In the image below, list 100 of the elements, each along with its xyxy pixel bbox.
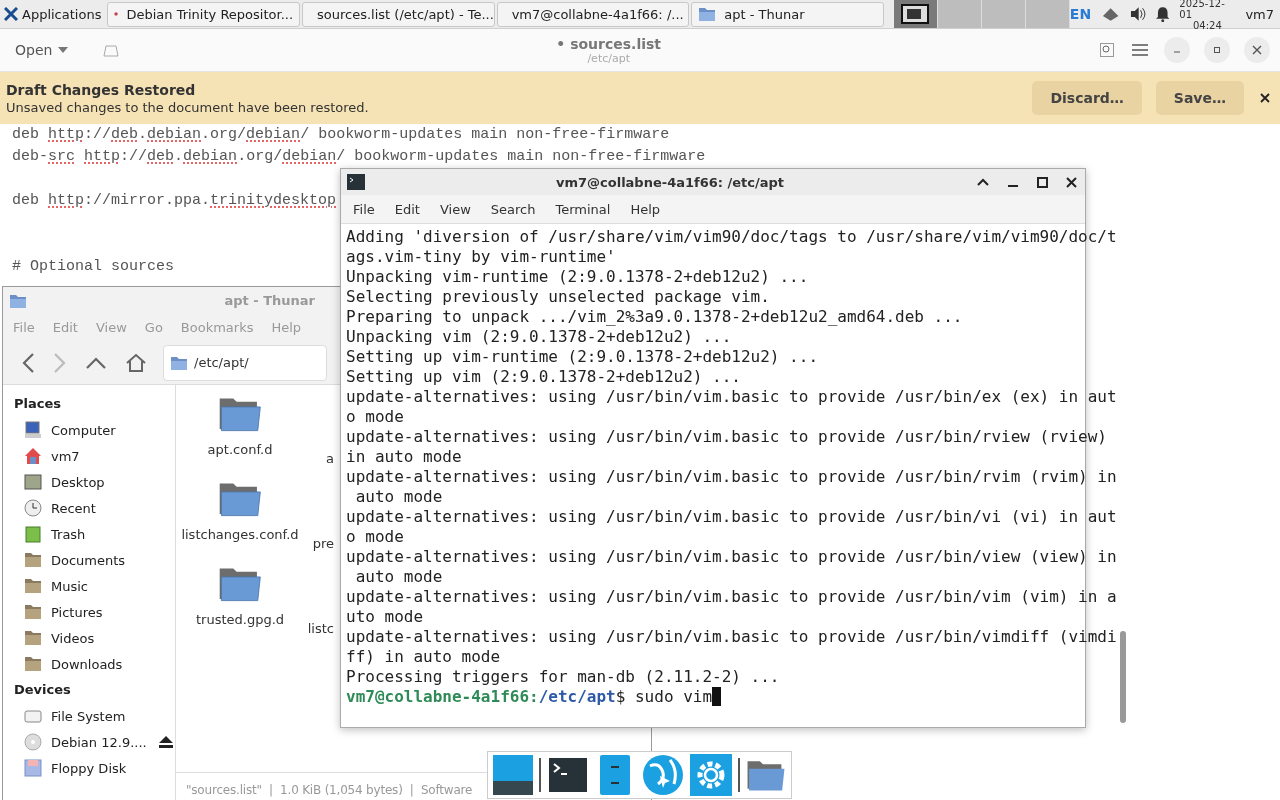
terminal-line: Selecting previously unselected package vim. — [346, 287, 771, 307]
open-button[interactable]: Open — [6, 38, 78, 62]
volume-icon[interactable] — [1130, 6, 1146, 22]
clock-icon — [23, 498, 43, 518]
folder-icon — [218, 395, 262, 433]
user-name[interactable]: vm7 — [1245, 6, 1275, 22]
menu-item[interactable]: File — [353, 201, 375, 217]
terminal-line: Unpacking vim-runtime (2:9.0.1378-2+deb12u2) ... — [346, 267, 810, 287]
roll-up-button[interactable] — [975, 176, 991, 188]
info-button[interactable]: Discard… — [1032, 81, 1142, 115]
code-line: deb http://deb.debian.org/debian/ bookworm-updates main non-free-firmware — [12, 125, 670, 145]
sidebar-item[interactable]: Documents — [14, 547, 175, 573]
terminal-line: ff) in auto mode — [346, 647, 502, 667]
house-icon — [23, 446, 43, 466]
sidebar-item[interactable]: Videos — [14, 625, 175, 651]
terminal-line: o mode — [346, 407, 405, 427]
code-line: deb http://mirror.ppa.trinitydesktop — [12, 191, 337, 211]
sidebar-item[interactable]: Downloads — [14, 651, 175, 677]
show-desktop-button[interactable] — [492, 753, 534, 797]
menu-button[interactable] — [1130, 41, 1150, 59]
folder-icon — [218, 480, 262, 518]
window-title: • sources.list — [556, 35, 662, 52]
sidebar-item[interactable]: vm7 — [14, 443, 175, 469]
folder-item[interactable]: listchanges.conf.d — [176, 480, 304, 543]
sidebar-item[interactable]: Recent — [14, 495, 175, 521]
folder-icon — [9, 292, 27, 309]
section-heading: Devices — [14, 681, 72, 699]
menu-item[interactable]: Terminal — [555, 201, 611, 217]
x-logo-icon — [4, 7, 18, 21]
folder-item[interactable]: trusted.gpg.d — [176, 565, 304, 628]
location-field[interactable]: /etc/apt/ — [163, 344, 327, 381]
sidebar-item[interactable]: Floppy Disk — [14, 755, 175, 781]
sidebar-item[interactable]: Computer — [14, 417, 175, 443]
search-button[interactable] — [1098, 41, 1116, 59]
terminal-line: auto mode — [354, 567, 444, 587]
code-line: # Optional sources — [12, 257, 175, 277]
folder-icon — [23, 628, 43, 648]
status-text: "sources.list" | 1.0 KiB (1,054 bytes) | Software — [186, 783, 473, 797]
sidebar-item[interactable]: Pictures — [14, 599, 175, 625]
terminal-line: Unpacking vim (2:9.0.1378-2+deb12u2) ... — [346, 327, 733, 347]
info-button[interactable]: Save… — [1155, 81, 1244, 115]
trash-icon — [23, 524, 43, 544]
folder-icon — [218, 565, 262, 603]
terminal-line: in auto mode — [346, 447, 463, 467]
window-subtitle: /etc/apt — [587, 51, 630, 65]
menu-item[interactable]: View — [439, 201, 471, 217]
text-cursor — [712, 687, 722, 706]
terminal-line: ags.vim-tiny by vim-runtime' — [346, 247, 617, 267]
eject-icon[interactable] — [158, 736, 173, 748]
bell-icon[interactable] — [1155, 6, 1170, 22]
taskbar-button[interactable]: sources.list (/etc/apt) - Te... — [302, 1, 495, 27]
globe-button[interactable] — [641, 753, 684, 797]
taskbar-button[interactable]: vm7@collabne-4a1f66: /... — [496, 1, 690, 27]
scrollbar-thumb[interactable] — [1119, 631, 1126, 723]
settings-button[interactable] — [689, 753, 732, 797]
keyboard-layout[interactable]: EN — [1069, 6, 1092, 22]
terminal-line: update-alternatives: using /usr/bin/vim.basic to provide /usr/bin/rview (rview) — [346, 427, 1108, 447]
folder-label: listc — [306, 621, 334, 636]
terminal-line: o mode — [346, 527, 405, 547]
close-button[interactable] — [1258, 91, 1272, 105]
close-button[interactable] — [1064, 174, 1079, 190]
terminal-line: update-alternatives: using /usr/bin/vim.basic to provide /usr/bin/ex (ex) in aut — [346, 387, 1117, 407]
folder-item[interactable]: apt.conf.d — [176, 395, 304, 458]
applications-menu[interactable]: Applications — [0, 0, 108, 28]
maximize-icon — [1213, 46, 1221, 54]
folder-icon — [698, 6, 717, 22]
sidebar-item[interactable]: File System — [14, 703, 175, 729]
maximize-button[interactable] — [1035, 174, 1050, 190]
menu-item[interactable]: Search — [490, 201, 536, 217]
folder-icon — [23, 550, 43, 570]
terminal-line: Preparing to unpack .../vim_2%3a9.0.1378-2+deb12u2_amd64.deb ... — [346, 307, 964, 327]
sidebar-item[interactable]: Trash — [14, 521, 175, 547]
sidebar-item[interactable]: Music — [14, 573, 175, 599]
maximize-button[interactable] — [1204, 37, 1230, 63]
computer-icon — [23, 420, 43, 440]
workspace-button[interactable] — [893, 0, 938, 28]
info-message: Unsaved changes to the document have been restored. — [6, 99, 370, 115]
menu-item[interactable]: Edit — [394, 201, 420, 217]
prompt-user: vm7@collabne-4a1f66: — [346, 687, 539, 706]
menu-item[interactable]: Help — [630, 201, 661, 217]
section-heading: Places — [14, 395, 63, 413]
caret-icon — [58, 47, 69, 53]
folder-label: a — [325, 451, 334, 466]
terminal-line: Processing triggers for man-db (2.11.2-2) ... — [346, 667, 781, 687]
terminal-line: Adding 'diversion of /usr/share/vim/vim90/doc/tags to /usr/share/vim/vim90/doc/t — [346, 227, 1117, 247]
close-icon — [1066, 176, 1077, 188]
minimize-icon — [1007, 185, 1019, 187]
desktop-icon — [23, 472, 43, 492]
close-button[interactable] — [1244, 37, 1270, 63]
command-text: $ sudo vim — [615, 687, 713, 706]
taskbar-button[interactable]: apt - Thunar — [691, 1, 884, 27]
sidebar-item[interactable]: Debian 12.9.... — [14, 729, 175, 755]
sidebar-item[interactable]: Desktop — [14, 469, 175, 495]
terminal-line: update-alternatives: using /usr/bin/vim.basic to provide /usr/bin/vi (vi) in aut — [346, 507, 1117, 527]
prompt-path: /etc/apt — [538, 687, 616, 706]
terminal-line: update-alternatives: using /usr/bin/vim.basic to provide /usr/bin/vim (vim) in a — [346, 587, 1117, 607]
info-title: Draft Changes Restored — [6, 81, 197, 98]
folder-icon — [170, 354, 188, 371]
taskbar-button[interactable]: Debian Trinity Repositor... — [107, 1, 301, 27]
window-title: apt - Thunar — [224, 293, 315, 308]
